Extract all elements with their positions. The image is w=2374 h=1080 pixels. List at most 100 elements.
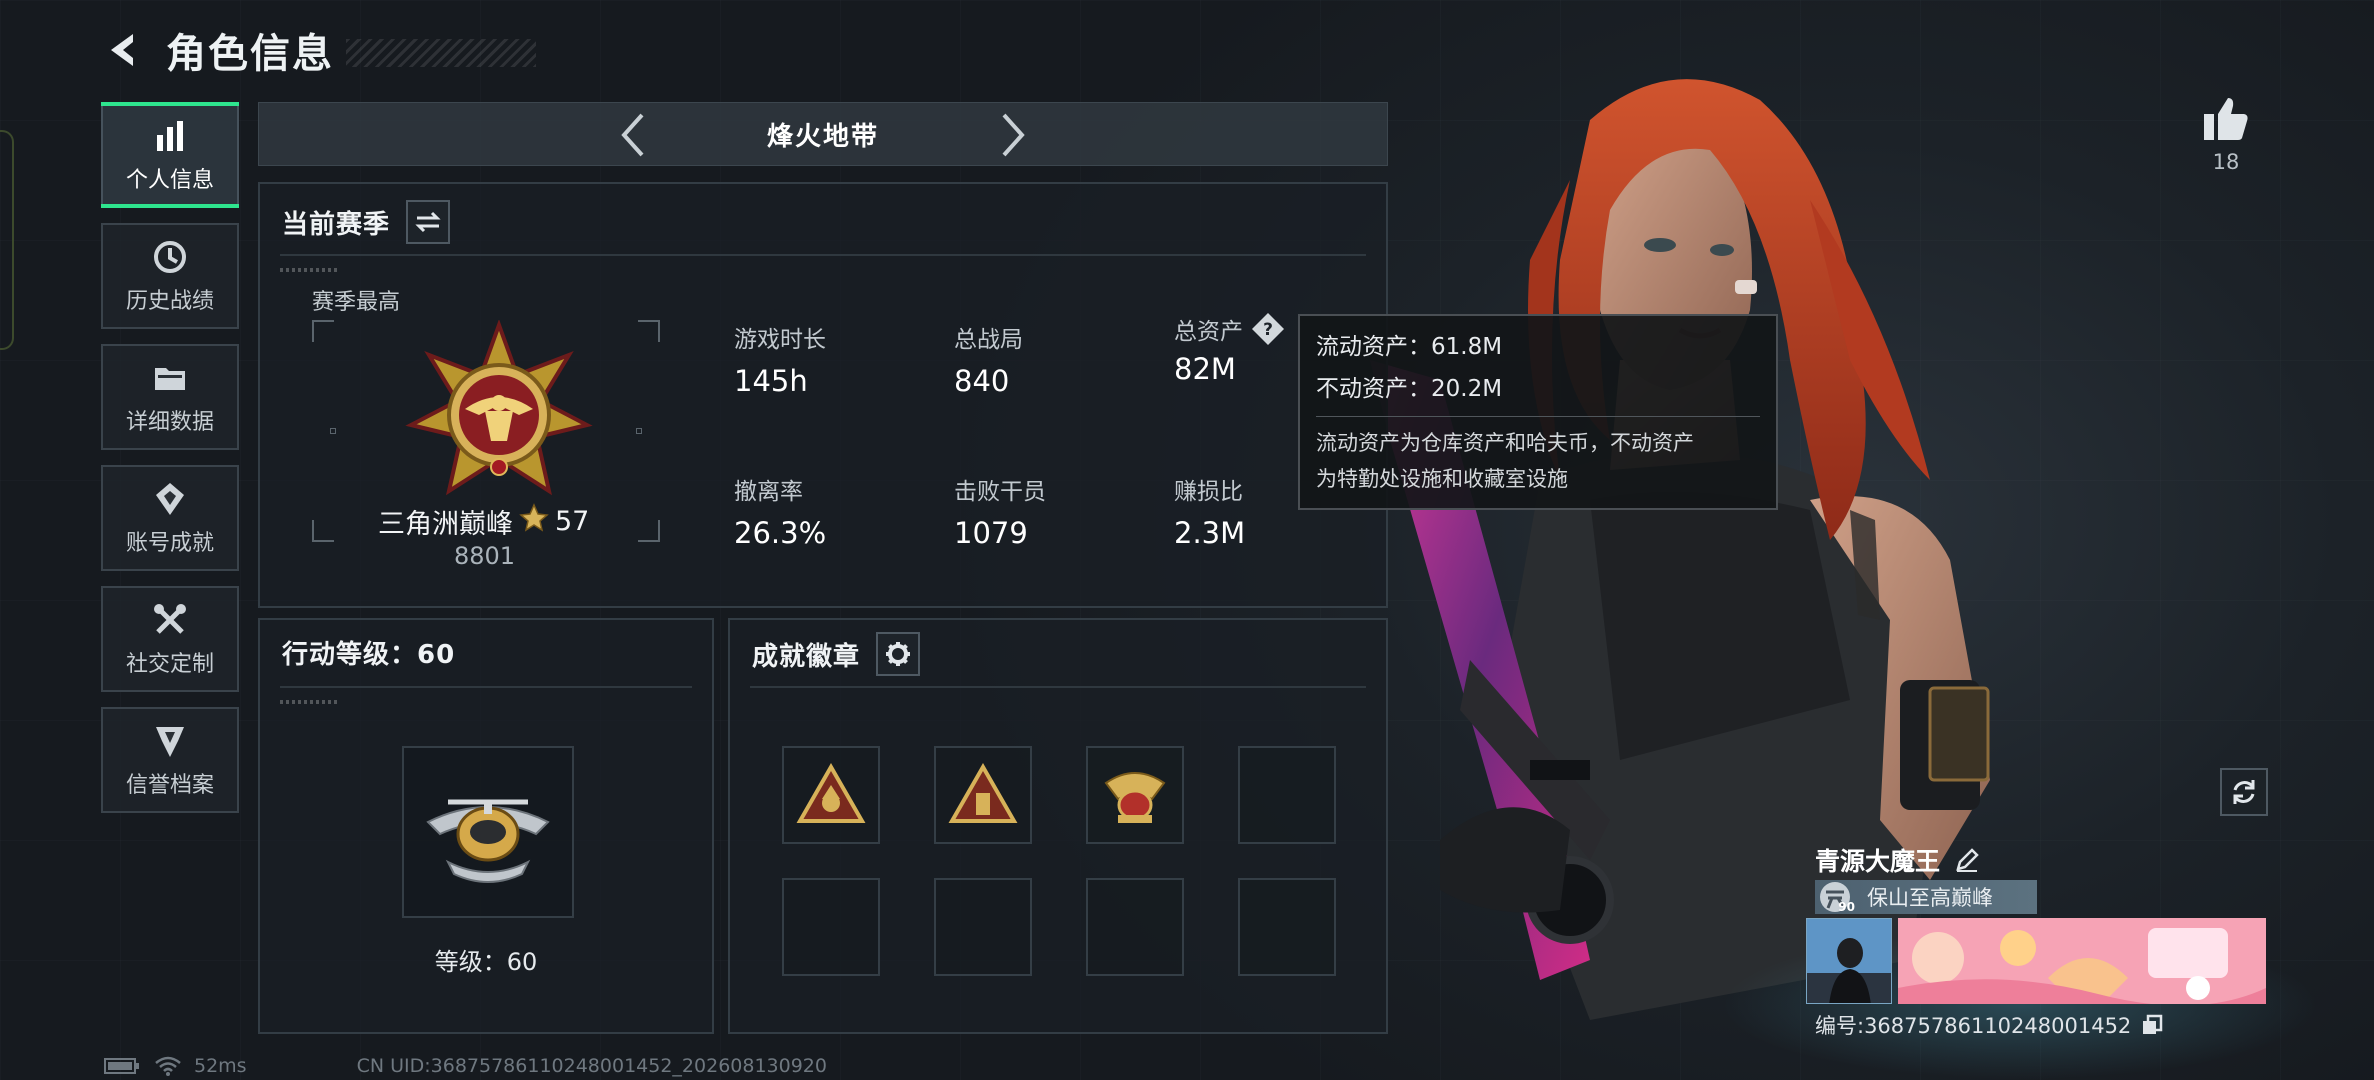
sidebar-item-reputation[interactable]: 信誉档案 xyxy=(101,707,239,813)
stat-value: 82M xyxy=(1174,352,1236,386)
stat-label: 总资产 xyxy=(1174,319,1243,345)
sidebar-item-social-custom[interactable]: 社交定制 xyxy=(101,586,239,692)
achievement-badge-panel: 成就徽章 xyxy=(728,618,1388,1034)
title-badge-level: 90 xyxy=(1838,900,1855,914)
sidebar-item-match-history[interactable]: 历史战绩 xyxy=(101,223,239,329)
level-emblem[interactable] xyxy=(402,746,574,918)
divider xyxy=(750,686,1366,688)
pyramid-badge-icon xyxy=(948,763,1018,823)
stat-extraction-rate: 撤离率 26.3% xyxy=(734,472,826,550)
refresh-button[interactable] xyxy=(2220,768,2268,816)
badge-panel-header: 成就徽章 xyxy=(752,632,921,676)
character-info-screen: 角色信息 个人信息 历史战绩 详细数据 账号成就 社交定制 信誉档案 烽火地带 … xyxy=(0,0,2374,1080)
like-count: 18 xyxy=(2212,150,2240,174)
help-icon[interactable]: ? xyxy=(1251,312,1285,346)
badge-slot-empty[interactable] xyxy=(1238,746,1336,844)
stat-total-assets: 总资产 ? 82M xyxy=(1174,312,1285,386)
badge-slot[interactable] xyxy=(934,746,1032,844)
stat-profit-loss-ratio: 赚损比 2.3M xyxy=(1174,472,1245,550)
stat-label-row: 总资产 ? xyxy=(1174,312,1285,346)
badge-title: 成就徽章 xyxy=(752,641,861,672)
sidebar-item-label: 个人信息 xyxy=(125,168,214,193)
stat-label: 撤离率 xyxy=(734,479,803,505)
ping-value: 52ms xyxy=(194,1055,247,1077)
divider-dash xyxy=(280,268,340,272)
level-text: 等级：60 xyxy=(434,948,538,976)
stat-value: 840 xyxy=(954,364,1010,398)
avatar[interactable] xyxy=(1806,918,1892,1004)
sidebar-item-detailed-data[interactable]: 详细数据 xyxy=(101,344,239,450)
name-card-banner[interactable] xyxy=(1898,918,2266,1004)
tooltip-note-line2: 为特勤处设施和收藏室设施 xyxy=(1316,467,1568,491)
like-box[interactable]: 18 xyxy=(2196,96,2256,174)
folder-icon xyxy=(150,358,190,398)
stat-label: 击败干员 xyxy=(954,479,1046,505)
battery-icon xyxy=(104,1056,140,1076)
copy-icon[interactable] xyxy=(2139,1012,2165,1038)
stat-label: 总战局 xyxy=(954,327,1023,353)
stat-label: 赚损比 xyxy=(1174,479,1243,505)
helicopter-emblem-icon xyxy=(426,799,550,883)
player-title-text: 保山至高巅峰 xyxy=(1867,886,1993,910)
chevron-left-icon[interactable] xyxy=(609,111,657,159)
player-title-banner[interactable]: 90 保山至高巅峰 xyxy=(1815,880,2037,914)
swap-season-button[interactable] xyxy=(406,200,451,244)
tooltip-fixed-assets: 不动资产：20.2M xyxy=(1316,376,1503,402)
reputation-icon xyxy=(150,721,190,761)
badge-slot-empty[interactable] xyxy=(1238,878,1336,976)
chevron-right-icon[interactable] xyxy=(989,111,1037,159)
stat-value: 145h xyxy=(734,364,808,398)
tooltip-divider xyxy=(1316,416,1760,417)
mode-switcher: 烽火地带 xyxy=(258,102,1388,166)
achievement-icon xyxy=(150,479,190,519)
badge-slot[interactable] xyxy=(782,746,880,844)
badge-slot[interactable] xyxy=(1086,746,1184,844)
back-arrow-icon[interactable] xyxy=(100,25,150,75)
player-id: 编号:36875786110248001452 xyxy=(1815,1014,2132,1038)
sidebar: 个人信息 历史战绩 详细数据 账号成就 社交定制 信誉档案 xyxy=(101,102,239,828)
refresh-icon xyxy=(2233,780,2255,804)
stat-operators-defeated: 击败干员 1079 xyxy=(954,472,1046,550)
level-title: 行动等级：60 xyxy=(282,640,456,670)
badge-slot-empty[interactable] xyxy=(1086,878,1184,976)
uid-text: CN UID:36875786110248001452_202608130920 xyxy=(356,1055,827,1077)
season-title: 当前赛季 xyxy=(282,209,391,240)
wifi-icon xyxy=(154,1054,184,1078)
sidebar-item-label: 历史战绩 xyxy=(125,289,214,314)
edit-pencil-icon[interactable] xyxy=(1952,845,1982,875)
rank-stars: 57 xyxy=(555,506,590,537)
badge-slot-empty[interactable] xyxy=(934,878,1032,976)
sidebar-item-label: 社交定制 xyxy=(125,652,214,677)
player-id-row: 编号:36875786110248001452 xyxy=(1815,1010,2165,1040)
sidebar-item-label: 详细数据 xyxy=(125,410,214,435)
stat-value: 2.3M xyxy=(1174,516,1246,550)
level-panel-header: 行动等级：60 xyxy=(282,634,455,671)
assets-tooltip: 流动资产：61.8M 不动资产：20.2M 流动资产为仓库资产和哈夫币，不动资产… xyxy=(1298,314,1778,510)
sidebar-item-label: 账号成就 xyxy=(125,531,214,556)
sidebar-item-account-achievements[interactable]: 账号成就 xyxy=(101,465,239,571)
page-title: 角色信息 xyxy=(166,31,334,77)
bar-chart-icon xyxy=(150,116,190,156)
header: 角色信息 xyxy=(100,20,536,80)
stat-value: 1079 xyxy=(954,516,1028,550)
tooltip-liquid-assets: 流动资产：61.8M xyxy=(1316,334,1503,360)
svg-text:?: ? xyxy=(1263,320,1273,340)
divider xyxy=(280,254,1366,256)
mode-title: 烽火地带 xyxy=(766,121,879,152)
history-icon xyxy=(150,237,190,277)
thumbs-up-icon xyxy=(2204,98,2248,140)
divider-dash xyxy=(280,700,340,704)
sidebar-item-personal-info[interactable]: 个人信息 xyxy=(101,102,239,208)
rank-name-row: 三角洲巅峰 57 xyxy=(378,502,589,541)
badge-slot-empty[interactable] xyxy=(782,878,880,976)
player-name-row: 青源大魔王 xyxy=(1815,842,1982,878)
title-badge-icon: 90 xyxy=(1815,880,1855,914)
stat-value: 26.3% xyxy=(734,516,827,550)
season-panel: 当前赛季 赛季最高 三角洲巅峰 57 8801 游戏时长 145h 总战局 84… xyxy=(258,182,1388,608)
edge-tab xyxy=(0,130,14,350)
badge-settings-button[interactable] xyxy=(876,632,921,676)
sidebar-item-label: 信誉档案 xyxy=(125,773,214,798)
season-best-label: 赛季最高 xyxy=(312,290,401,315)
swap-icon xyxy=(415,211,441,233)
season-panel-header: 当前赛季 xyxy=(282,200,451,244)
